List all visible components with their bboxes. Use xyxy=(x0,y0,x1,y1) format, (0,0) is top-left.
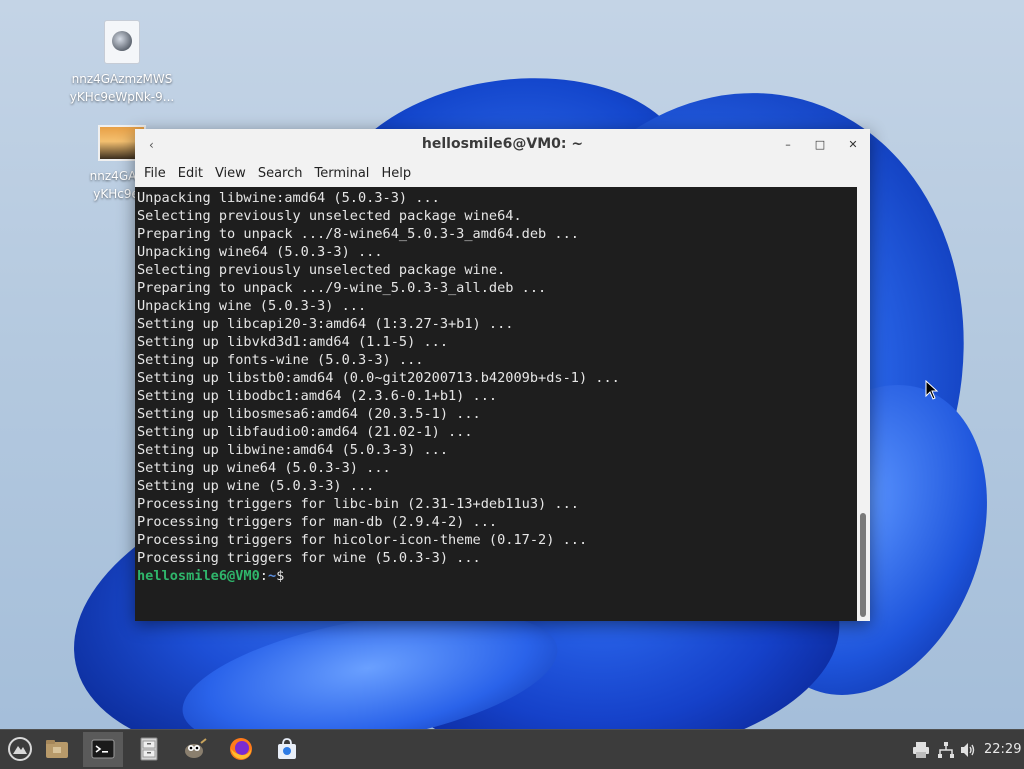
taskbar-file-manager[interactable] xyxy=(37,732,77,767)
maximize-button[interactable]: □ xyxy=(810,135,830,155)
terminal-line: Setting up libodbc1:amd64 (2.3.6-0.1+b1)… xyxy=(137,388,498,404)
file-cabinet-icon xyxy=(140,737,158,761)
terminal-line: Setting up libvkd3d1:amd64 (1.1-5) ... xyxy=(137,334,448,350)
menu-help[interactable]: Help xyxy=(375,161,417,187)
window-title: hellosmile6@VM0: ~ xyxy=(421,136,584,152)
file-manager-icon xyxy=(46,740,68,758)
terminal-line: Selecting previously unselected package … xyxy=(137,262,506,278)
taskbar-gimp[interactable] xyxy=(175,732,215,767)
terminal-icon xyxy=(91,739,115,759)
menu-edit[interactable]: Edit xyxy=(172,161,209,187)
window-titlebar[interactable]: ‹ hellosmile6@VM0: ~ – □ ✕ xyxy=(135,129,870,162)
menu-file[interactable]: File xyxy=(138,161,172,187)
desktop-icon-document[interactable]: nnz4GAzmzMWS yKHc9eWpNk-9... xyxy=(62,20,182,106)
terminal-line: Unpacking wine (5.0.3-3) ... xyxy=(137,298,367,314)
taskbar-file-cabinet[interactable] xyxy=(129,732,169,767)
terminal-window[interactable]: ‹ hellosmile6@VM0: ~ – □ ✕ File Edit View S… xyxy=(135,129,870,621)
close-button[interactable]: ✕ xyxy=(843,135,863,155)
app-menu-icon xyxy=(8,737,32,761)
tray-printer[interactable] xyxy=(912,730,930,769)
firefox-icon xyxy=(230,738,252,760)
terminal-scrollbar[interactable] xyxy=(857,187,870,621)
terminal-line: Setting up libfaudio0:amd64 (21.02-1) ..… xyxy=(137,424,473,440)
tray-network[interactable] xyxy=(937,730,955,769)
menu-view[interactable]: View xyxy=(209,161,252,187)
terminal-prompt[interactable]: hellosmile6@VM0:~$ xyxy=(137,567,855,585)
menubar: File Edit View Search Terminal Help xyxy=(135,161,870,188)
gimp-icon xyxy=(185,738,207,758)
volume-icon xyxy=(961,742,975,757)
prompt-separator: : xyxy=(259,568,268,584)
prompt-user: hellosmile6@VM0 xyxy=(137,568,260,584)
app-menu-button[interactable] xyxy=(0,732,40,767)
terminal-line: Unpacking libwine:amd64 (5.0.3-3) ... xyxy=(137,190,440,206)
scrollbar-thumb[interactable] xyxy=(860,513,866,617)
prompt-path: ~ xyxy=(267,568,277,584)
terminal-line: Processing triggers for man-db (2.9.4-2)… xyxy=(137,514,498,530)
terminal-line: Setting up libwine:amd64 (5.0.3-3) ... xyxy=(137,442,448,458)
tray-volume[interactable] xyxy=(959,730,977,769)
desktop-icon-label: nnz4GAzmzMWS xyxy=(71,72,173,86)
terminal-line: Processing triggers for wine (5.0.3-3) .… xyxy=(137,550,481,566)
terminal-line: Setting up wine (5.0.3-3) ... xyxy=(137,478,375,494)
prompt-symbol: $ xyxy=(276,568,293,584)
taskbar-software-store[interactable] xyxy=(267,732,307,767)
software-store-icon xyxy=(278,738,296,759)
network-icon xyxy=(938,741,954,758)
terminal-line: Setting up fonts-wine (5.0.3-3) ... xyxy=(137,352,424,368)
terminal-line: Processing triggers for hicolor-icon-the… xyxy=(137,532,588,548)
printer-icon xyxy=(913,741,929,758)
terminal-line: Setting up libcapi20-3:amd64 (1:3.27-3+b… xyxy=(137,316,514,332)
terminal-line: Selecting previously unselected package … xyxy=(137,208,522,224)
tray-clock[interactable]: 22:29 xyxy=(984,730,1021,769)
taskbar-firefox[interactable] xyxy=(221,732,261,767)
mouse-pointer-icon xyxy=(925,380,939,400)
minimize-button[interactable]: – xyxy=(778,135,798,155)
menu-search[interactable]: Search xyxy=(252,161,309,187)
taskbar-terminal[interactable] xyxy=(83,732,123,767)
terminal-output[interactable]: Unpacking libwine:amd64 (5.0.3-3) ... Sel… xyxy=(135,187,857,621)
terminal-line: Setting up libosmesa6:amd64 (20.3.5-1) .… xyxy=(137,406,481,422)
terminal-line: Preparing to unpack .../8-wine64_5.0.3-3… xyxy=(137,226,579,242)
terminal-line: Setting up wine64 (5.0.3-3) ... xyxy=(137,460,391,476)
terminal-line: Setting up libstb0:amd64 (0.0~git2020071… xyxy=(137,370,620,386)
terminal-line: Processing triggers for libc-bin (2.31-1… xyxy=(137,496,579,512)
desktop-icon-label-2: yKHc9eWpNk-9... xyxy=(69,90,175,104)
menu-terminal[interactable]: Terminal xyxy=(308,161,375,187)
terminal-line: Unpacking wine64 (5.0.3-3) ... xyxy=(137,244,383,260)
terminal-line: Preparing to unpack .../9-wine_5.0.3-3_a… xyxy=(137,280,547,296)
globe-document-icon xyxy=(104,20,140,64)
taskbar: 22:29 xyxy=(0,729,1024,769)
